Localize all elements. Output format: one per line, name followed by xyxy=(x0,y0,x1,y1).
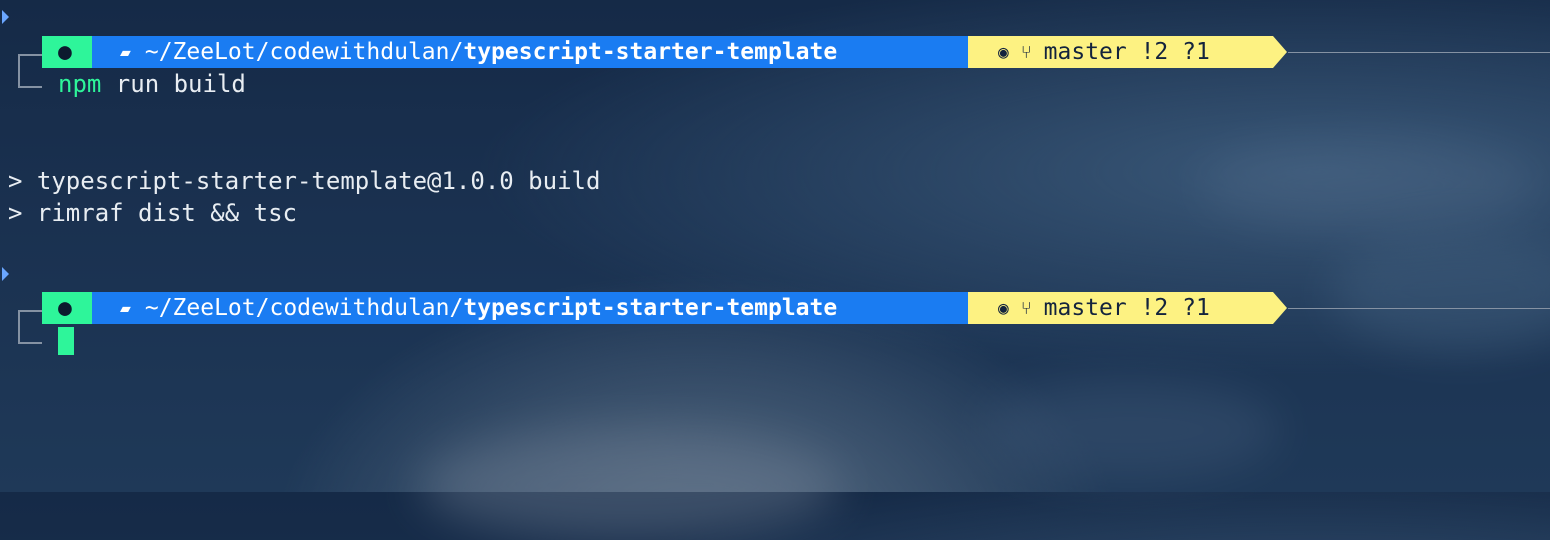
prompt-line: ● ▰ ~/ZeeLot/codewithdulan/typescript-st… xyxy=(0,292,1550,344)
prompt-bracket xyxy=(18,310,42,344)
github-icon: ◉ xyxy=(998,297,1009,319)
git-segment: ◉ ⑂ master !2 ?1 xyxy=(968,292,1287,324)
prompt-rule xyxy=(1288,52,1550,53)
os-segment: ● xyxy=(42,36,106,68)
command-line: npm run build xyxy=(58,70,246,98)
prompt-marker-icon xyxy=(2,267,9,281)
github-icon: ◉ xyxy=(998,41,1009,63)
path-prefix: ~/ZeeLot/codewithdulan/ xyxy=(144,39,464,65)
os-segment: ● xyxy=(42,292,106,324)
command-args: run build xyxy=(101,70,246,98)
prompt-rule xyxy=(1288,308,1550,309)
terminal-cursor[interactable] xyxy=(58,327,74,355)
git-segment: ◉ ⑂ master !2 ?1 xyxy=(968,36,1287,68)
path-current-dir: typescript-starter-template xyxy=(463,39,838,65)
git-branch-icon: ⑂ xyxy=(1020,41,1032,63)
terminal-window[interactable]: ● ▰ ~/ZeeLot/codewithdulan/typescript-st… xyxy=(0,0,1550,492)
prompt-marker-icon xyxy=(2,10,9,24)
git-branch-icon: ⑂ xyxy=(1020,297,1032,319)
path-segment: ▰ ~/ZeeLot/codewithdulan/typescript-star… xyxy=(92,292,982,324)
git-status: master !2 ?1 xyxy=(1043,39,1210,65)
folder-icon: ▰ xyxy=(120,41,131,63)
git-status: master !2 ?1 xyxy=(1043,295,1210,321)
folder-icon: ▰ xyxy=(120,297,131,319)
path-segment: ▰ ~/ZeeLot/codewithdulan/typescript-star… xyxy=(92,36,982,68)
prompt-bracket xyxy=(18,54,42,88)
command-name: npm xyxy=(58,70,102,98)
prompt-line: ● ▰ ~/ZeeLot/codewithdulan/typescript-st… xyxy=(0,36,1550,88)
path-prefix: ~/ZeeLot/codewithdulan/ xyxy=(144,295,464,321)
output-line: > rimraf dist && tsc xyxy=(8,199,297,227)
apple-icon: ● xyxy=(58,39,72,65)
output-line: > typescript-starter-template@1.0.0 buil… xyxy=(8,167,601,195)
apple-icon: ● xyxy=(58,295,72,321)
path-current-dir: typescript-starter-template xyxy=(463,295,838,321)
